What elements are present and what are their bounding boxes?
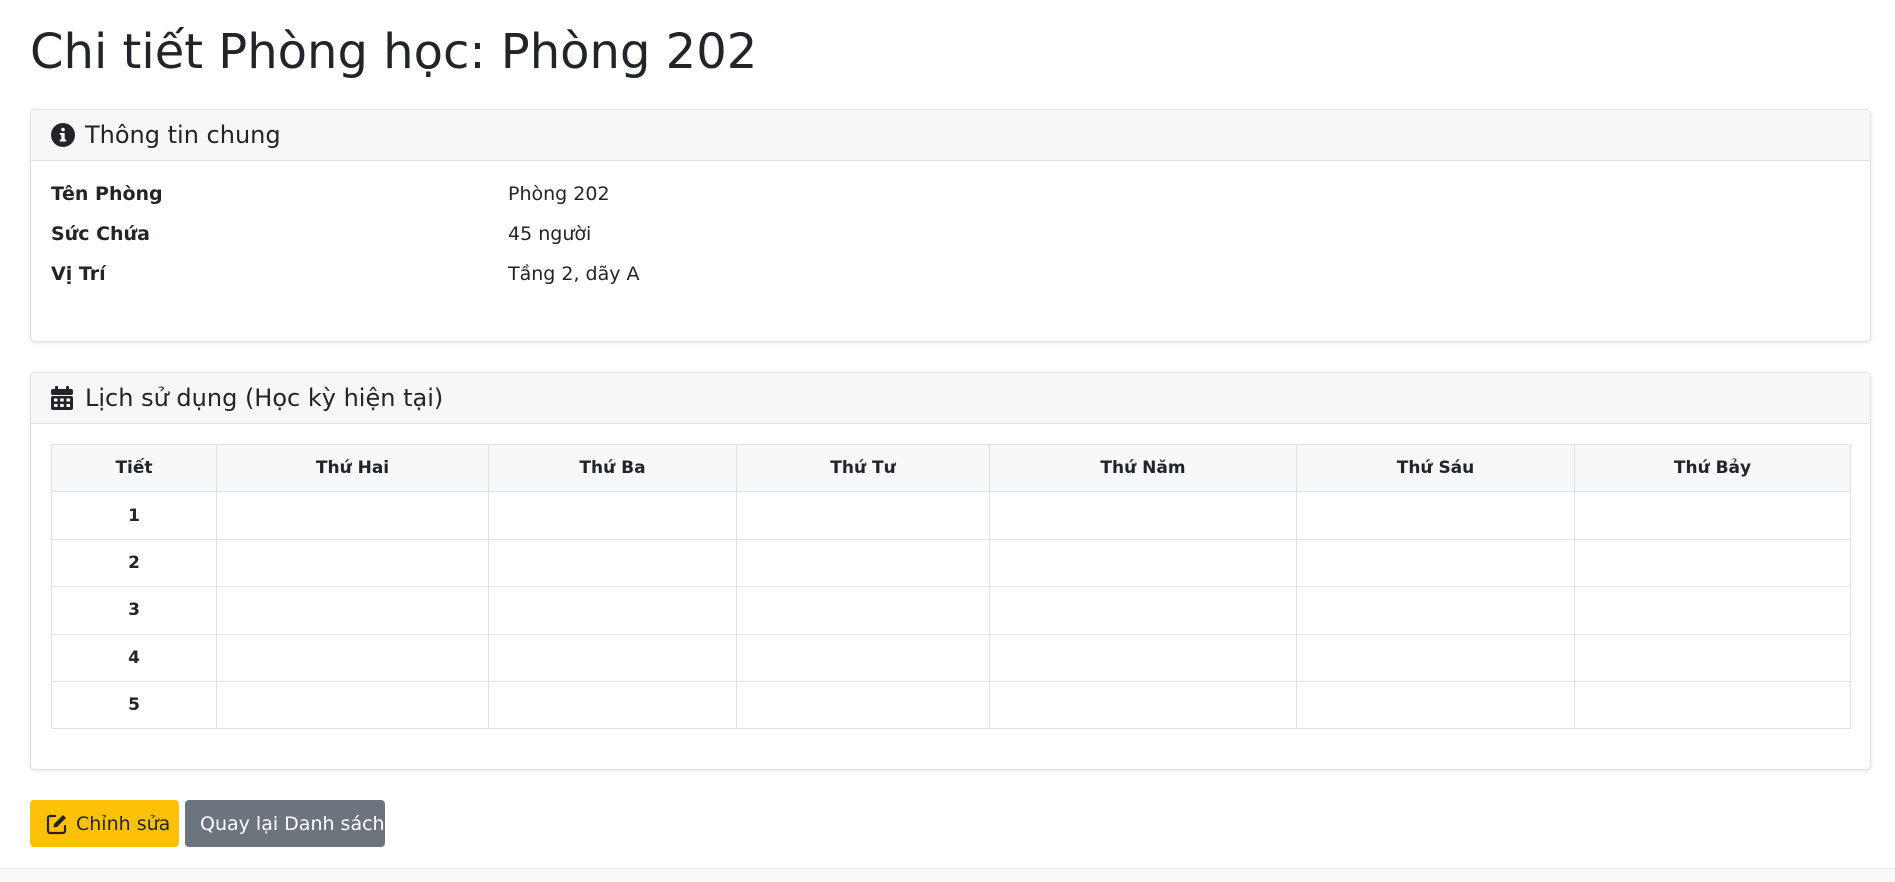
general-info-title: Thông tin chung <box>85 121 281 149</box>
schedule-title: Lịch sử dụng (Học kỳ hiện tại) <box>85 384 444 412</box>
schedule-cell <box>989 680 1297 730</box>
schedule-cell <box>216 538 489 588</box>
schedule-cell <box>736 538 990 588</box>
info-circle-icon <box>51 123 75 147</box>
column-header-tuesday: Thứ Ba <box>488 443 737 493</box>
schedule-cell <box>989 491 1297 540</box>
schedule-cell <box>1296 491 1575 540</box>
info-value: Phòng 202 <box>508 183 610 205</box>
footer <box>0 868 1895 882</box>
table-row: 4 <box>51 633 1851 682</box>
period-cell: 5 <box>51 680 217 730</box>
schedule-cell <box>1574 680 1851 730</box>
table-row: 1 <box>51 491 1851 540</box>
column-header-friday: Thứ Sáu <box>1296 443 1575 493</box>
schedule-cell <box>736 680 990 730</box>
info-label: Vị Trí <box>51 263 106 285</box>
page-title: Chi tiết Phòng học: Phòng 202 <box>30 24 758 80</box>
calendar-icon <box>51 386 75 410</box>
back-to-list-button[interactable]: Quay lại Danh sách <box>185 800 385 847</box>
info-value: 45 người <box>508 223 592 245</box>
edit-button-label: Chỉnh sửa <box>76 812 171 835</box>
column-header-thursday: Thứ Năm <box>989 443 1297 493</box>
general-info-card: Thông tin chung Tên Phòng Phòng 202 Sức … <box>30 109 1871 342</box>
schedule-cell <box>216 633 489 682</box>
schedule-cell <box>736 491 990 540</box>
column-header-wednesday: Thứ Tư <box>736 443 990 493</box>
table-row: 5 <box>51 680 1851 730</box>
schedule-cell <box>216 680 489 730</box>
schedule-cell <box>1296 538 1575 588</box>
table-row: 2 <box>51 538 1851 588</box>
schedule-cell <box>1574 633 1851 682</box>
schedule-body: Tiết Thứ Hai Thứ Ba Thứ Tư Thứ Năm Thứ S… <box>31 424 1870 749</box>
general-info-header: Thông tin chung <box>31 110 1870 161</box>
schedule-cell <box>1574 586 1851 635</box>
column-header-monday: Thứ Hai <box>216 443 489 493</box>
schedule-table: Tiết Thứ Hai Thứ Ba Thứ Tư Thứ Năm Thứ S… <box>51 443 1851 730</box>
info-label: Tên Phòng <box>51 183 163 205</box>
schedule-header: Lịch sử dụng (Học kỳ hiện tại) <box>31 373 1870 424</box>
period-cell: 3 <box>51 586 217 635</box>
edit-icon <box>46 813 68 835</box>
schedule-cell <box>1574 491 1851 540</box>
schedule-cell <box>1296 680 1575 730</box>
column-header-period: Tiết <box>51 443 217 493</box>
schedule-cell <box>488 538 737 588</box>
schedule-cell <box>488 586 737 635</box>
info-value: Tầng 2, dãy A <box>508 263 640 285</box>
info-label: Sức Chứa <box>51 223 150 245</box>
schedule-cell <box>1296 633 1575 682</box>
period-cell: 2 <box>51 538 217 588</box>
schedule-cell <box>1574 538 1851 588</box>
schedule-cell <box>736 586 990 635</box>
period-cell: 4 <box>51 633 217 682</box>
schedule-cell <box>736 633 990 682</box>
schedule-cell <box>216 586 489 635</box>
schedule-card: Lịch sử dụng (Học kỳ hiện tại) Tiết Thứ … <box>30 372 1871 770</box>
schedule-cell <box>216 491 489 540</box>
schedule-cell <box>989 633 1297 682</box>
schedule-cell <box>989 538 1297 588</box>
schedule-cell <box>488 491 737 540</box>
schedule-cell <box>488 633 737 682</box>
column-header-saturday: Thứ Bảy <box>1574 443 1851 493</box>
edit-button[interactable]: Chỉnh sửa <box>30 800 179 847</box>
schedule-cell <box>488 680 737 730</box>
schedule-cell <box>1296 586 1575 635</box>
back-button-label: Quay lại Danh sách <box>200 812 385 835</box>
table-row: 3 <box>51 586 1851 635</box>
period-cell: 1 <box>51 491 217 540</box>
schedule-cell <box>989 586 1297 635</box>
schedule-header-row: Tiết Thứ Hai Thứ Ba Thứ Tư Thứ Năm Thứ S… <box>51 443 1851 493</box>
